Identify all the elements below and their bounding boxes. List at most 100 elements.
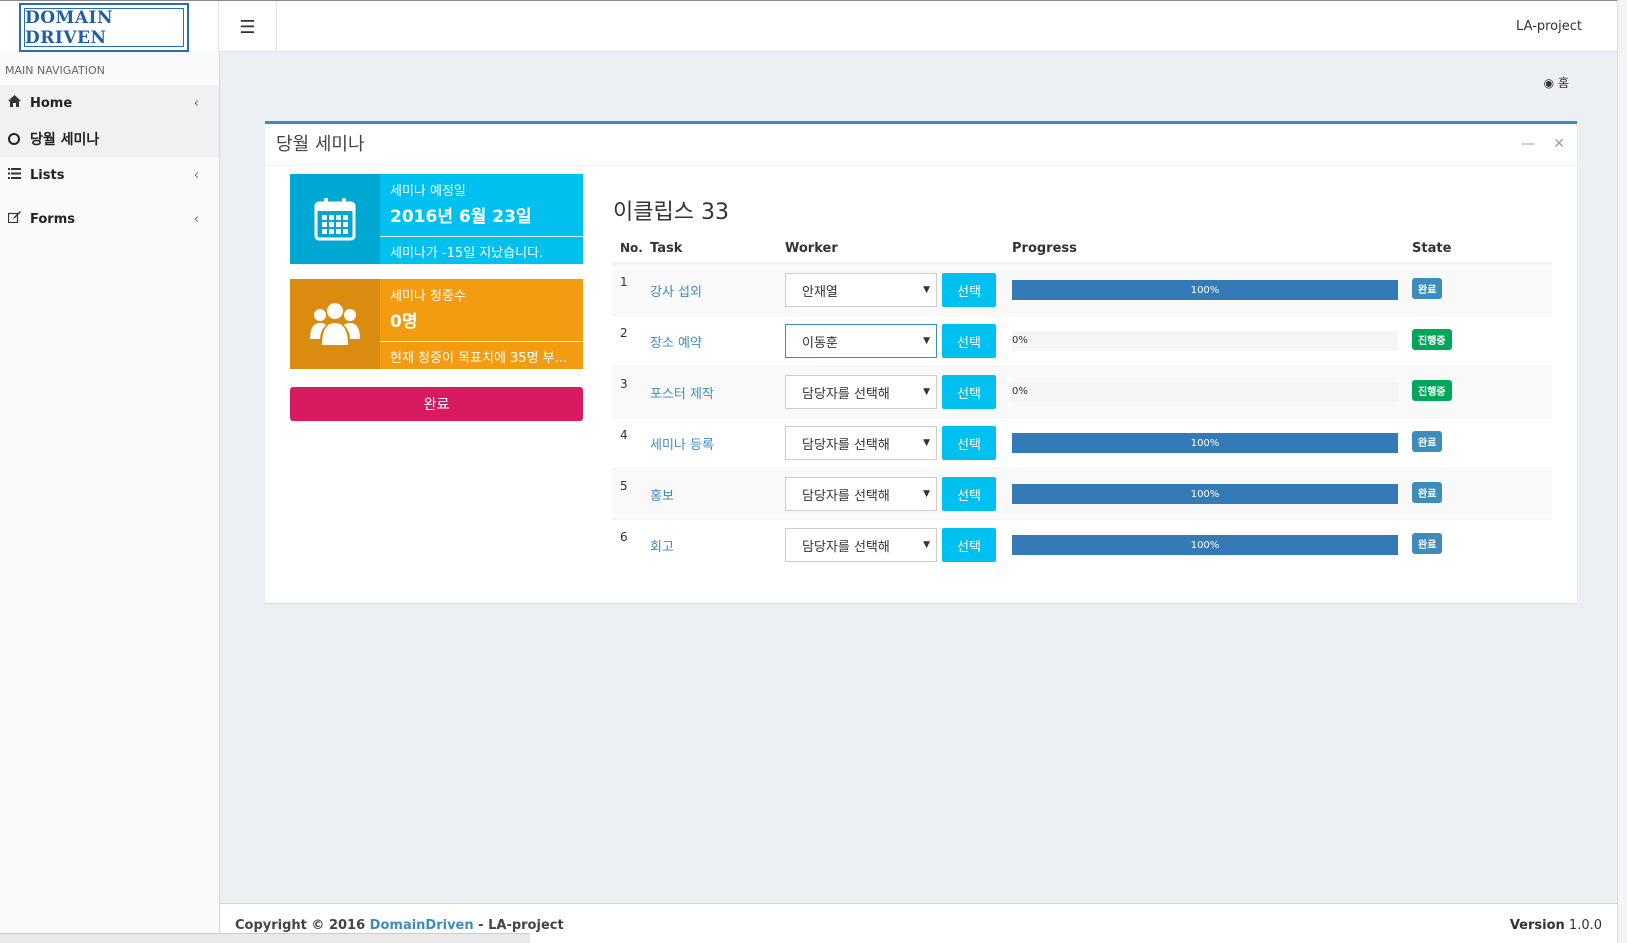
row-number: 2 bbox=[620, 326, 628, 340]
home-icon bbox=[8, 95, 30, 111]
sidebar-item-seminar[interactable]: 당월 세미나 bbox=[0, 121, 219, 157]
table-row: 5 홍보 담당자를 선택해 ▼ 선택 100% 완료 bbox=[612, 468, 1552, 519]
status-badge: 진행중 bbox=[1412, 328, 1452, 350]
info-box-date: 세미나 예정일 2016년 6월 23일 세미나가 -15일 지났습니다. bbox=[290, 174, 583, 264]
list-icon bbox=[8, 167, 30, 183]
version-number: 1.0.0 bbox=[1568, 918, 1602, 933]
task-link[interactable]: 회고 bbox=[650, 536, 785, 555]
select-button[interactable]: 선택 bbox=[942, 324, 996, 358]
state-cell: 완료 bbox=[1412, 430, 1552, 452]
breadcrumb-home[interactable]: 홈 bbox=[1558, 76, 1569, 90]
task-link[interactable]: 강사 섭외 bbox=[650, 281, 785, 300]
table-row: 3 포스터 제작 담당자를 선택해 ▼ 선택 0% 진행중 bbox=[612, 366, 1552, 417]
project-name[interactable]: LA-project bbox=[1516, 19, 1582, 34]
table-row: 6 회고 담당자를 선택해 ▼ 선택 100% 완료 bbox=[612, 519, 1552, 570]
info-text: 세미나 청중수 bbox=[390, 289, 466, 304]
circle-icon bbox=[8, 133, 20, 145]
select-button[interactable]: 선택 bbox=[942, 477, 996, 511]
table-header: No. Task Worker Progress State bbox=[612, 234, 1552, 264]
sidebar-item-home[interactable]: Home ‹ bbox=[0, 85, 219, 121]
info-text: 세미나 예정일 bbox=[390, 184, 466, 199]
close-icon[interactable]: ✕ bbox=[1553, 136, 1565, 152]
progress-track: 0% bbox=[1012, 331, 1398, 351]
calendar-icon bbox=[290, 174, 380, 264]
select-button[interactable]: 선택 bbox=[942, 528, 996, 562]
select-button[interactable]: 선택 bbox=[942, 375, 996, 409]
dropdown-arrow-icon: ▼ bbox=[923, 489, 930, 499]
worker-select[interactable]: 담당자를 선택해 ▼ bbox=[785, 477, 937, 511]
status-badge: 완료 bbox=[1412, 481, 1443, 503]
task-link[interactable]: 세미나 등록 bbox=[650, 434, 785, 453]
worker-select-value: 담당자를 선택해 bbox=[802, 437, 890, 453]
logo-container: DOMAIN DRIVEN bbox=[0, 1, 219, 53]
sidebar-item-forms[interactable]: Forms ‹ bbox=[0, 201, 219, 237]
worker-select[interactable]: 담당자를 선택해 ▼ bbox=[785, 426, 937, 460]
progress-track: 100% bbox=[1012, 484, 1398, 504]
version-label: Version bbox=[1509, 918, 1565, 933]
task-link[interactable]: 포스터 제작 bbox=[650, 383, 785, 402]
state-cell: 완료 bbox=[1412, 481, 1552, 503]
row-number: 5 bbox=[620, 479, 628, 493]
dropdown-arrow-icon: ▼ bbox=[923, 438, 930, 448]
worker-select-value: 이동훈 bbox=[802, 335, 838, 351]
select-button[interactable]: 선택 bbox=[942, 273, 996, 307]
minus-icon[interactable]: — bbox=[1521, 136, 1535, 152]
footer-link[interactable]: DomainDriven bbox=[370, 918, 474, 933]
progress-track: 100% bbox=[1012, 535, 1398, 555]
box-tools: — ✕ bbox=[1507, 136, 1565, 152]
progress-cell: 100% bbox=[1012, 280, 1412, 300]
copyright: Copyright © 2016 DomainDriven - LA-proje… bbox=[235, 918, 564, 933]
table-title: 이클립스 33 bbox=[613, 200, 729, 225]
copyright-suffix: - LA-project bbox=[478, 918, 564, 933]
worker-select[interactable]: 안재열 ▼ bbox=[785, 273, 937, 307]
status-badge: 완료 bbox=[1412, 430, 1443, 452]
info-content: 세미나 청중수 0명 현재 청중이 목표치에 35명 부... bbox=[380, 279, 583, 369]
row-number: 3 bbox=[620, 377, 628, 391]
state-cell: 진행중 bbox=[1412, 328, 1552, 350]
table-row: 1 강사 섭외 안재열 ▼ 선택 100% 완료 bbox=[612, 264, 1552, 315]
copyright-prefix: Copyright © 2016 bbox=[235, 918, 366, 933]
worker-cell: 담당자를 선택해 ▼ 선택 bbox=[785, 528, 1012, 562]
progress-bar: 100% bbox=[1012, 280, 1398, 300]
horizontal-scrollbar[interactable] bbox=[0, 933, 530, 943]
breadcrumb[interactable]: ◉ 홈 bbox=[1544, 74, 1569, 91]
progress-cell: 100% bbox=[1012, 484, 1412, 504]
progress-track: 100% bbox=[1012, 433, 1398, 453]
version: Version 1.0.0 bbox=[1510, 918, 1602, 933]
sidebar-toggle-button[interactable]: ☰ bbox=[219, 1, 277, 53]
vertical-scrollbar[interactable] bbox=[1617, 0, 1627, 943]
worker-cell: 안재열 ▼ 선택 bbox=[785, 273, 1012, 307]
sidebar-item-lists[interactable]: Lists ‹ bbox=[0, 157, 219, 193]
dropdown-arrow-icon: ▼ bbox=[923, 285, 930, 295]
logo-text: DOMAIN DRIVEN bbox=[24, 8, 184, 48]
worker-cell: 담당자를 선택해 ▼ 선택 bbox=[785, 426, 1012, 460]
worker-select[interactable]: 담당자를 선택해 ▼ bbox=[785, 528, 937, 562]
state-cell: 완료 bbox=[1412, 277, 1552, 299]
chevron-left-icon: ‹ bbox=[193, 95, 199, 111]
info-content: 세미나 예정일 2016년 6월 23일 세미나가 -15일 지났습니다. bbox=[380, 174, 583, 264]
task-link[interactable]: 홍보 bbox=[650, 485, 785, 504]
progress-text: 0% bbox=[1012, 386, 1028, 397]
sidebar-item-label: Forms bbox=[30, 211, 75, 227]
progress-track: 100% bbox=[1012, 280, 1398, 300]
worker-select[interactable]: 이동훈 ▼ bbox=[785, 324, 937, 358]
worker-cell: 담당자를 선택해 ▼ 선택 bbox=[785, 375, 1012, 409]
header-state: State bbox=[1412, 240, 1452, 256]
worker-select-value: 담당자를 선택해 bbox=[802, 539, 890, 555]
box-title: 당월 세미나 bbox=[276, 134, 365, 155]
dashboard-icon: ◉ bbox=[1543, 76, 1555, 90]
info-box-audience: 세미나 청중수 0명 현재 청중이 목표치에 35명 부... bbox=[290, 279, 583, 369]
worker-select[interactable]: 담당자를 선택해 ▼ bbox=[785, 375, 937, 409]
progress-cell: 100% bbox=[1012, 535, 1412, 555]
worker-cell: 이동훈 ▼ 선택 bbox=[785, 324, 1012, 358]
logo[interactable]: DOMAIN DRIVEN bbox=[19, 3, 189, 52]
dropdown-arrow-icon: ▼ bbox=[923, 387, 930, 397]
task-link[interactable]: 장소 예약 bbox=[650, 332, 785, 351]
progress-bar: 100% bbox=[1012, 433, 1398, 453]
dropdown-arrow-icon: ▼ bbox=[923, 336, 930, 346]
progress-bar: 100% bbox=[1012, 535, 1398, 555]
done-button[interactable]: 완료 bbox=[290, 387, 583, 421]
header-task: Task bbox=[650, 240, 683, 256]
select-button[interactable]: 선택 bbox=[942, 426, 996, 460]
hamburger-icon: ☰ bbox=[239, 16, 256, 38]
